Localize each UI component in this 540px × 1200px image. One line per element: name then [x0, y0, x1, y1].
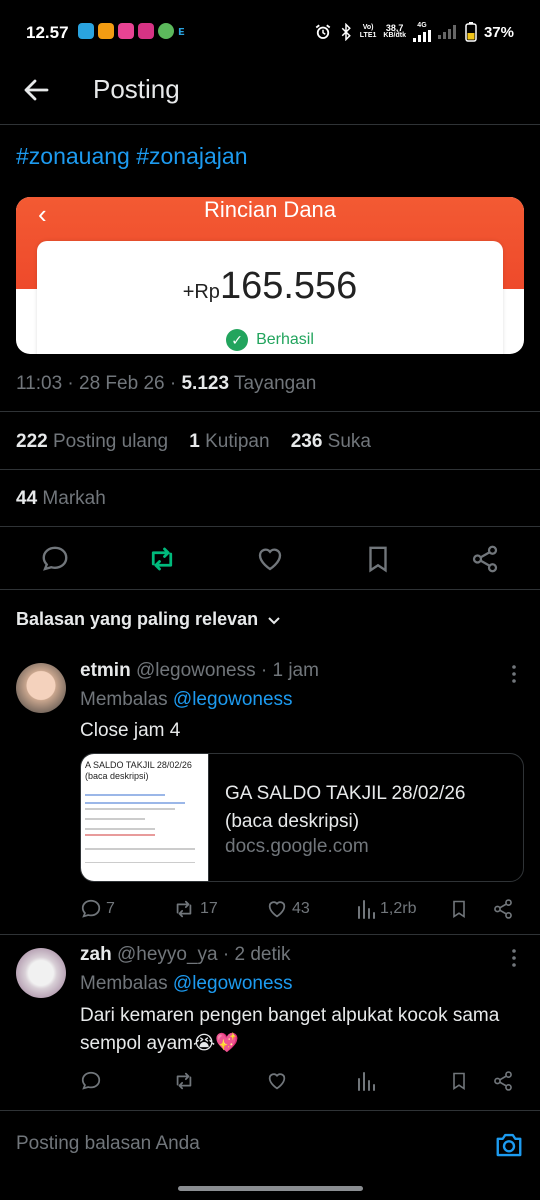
reply-icon: [81, 899, 101, 918]
telegram-icon: [78, 23, 94, 39]
replying-to-link[interactable]: @legowoness: [173, 973, 293, 994]
sort-dropdown[interactable]: Balasan yang paling relevan: [16, 609, 282, 630]
bookmark-icon[interactable]: [449, 1070, 469, 1092]
repost-icon[interactable]: [147, 544, 177, 574]
image-status: ✓ Berhasil: [37, 329, 503, 351]
check-icon: ✓: [226, 329, 249, 351]
status-bar: 12.57 ᴇ Vo) LTE1 38,7 KB/dtk 4G 37%: [0, 0, 540, 64]
reply-icon[interactable]: [80, 1070, 102, 1092]
reply-like-button[interactable]: 43: [266, 898, 310, 920]
image-title: Rincian Dana: [203, 197, 337, 222]
post-text[interactable]: #zonauang #zonajajan: [16, 143, 247, 170]
reply-text: Dari kemaren pengen banget alpukat kocok…: [80, 1005, 500, 1054]
repost-icon: [176, 900, 192, 918]
replying-to-link[interactable]: @legowoness: [173, 689, 293, 710]
page-title: Posting: [93, 74, 180, 104]
divider: [0, 934, 540, 935]
reply-reply-button[interactable]: 7: [80, 898, 115, 920]
reply-repost-button[interactable]: 17: [172, 898, 218, 920]
post-image[interactable]: ‹ Rincian Dana +Rp165.556 ✓ Berhasil: [16, 197, 524, 354]
quotes-stat[interactable]: 1 Kutipan: [189, 431, 269, 452]
signal-2-icon: [437, 25, 456, 39]
like-icon[interactable]: [266, 1070, 288, 1092]
views-count: 5.123: [181, 373, 230, 394]
bookmark-icon[interactable]: [449, 898, 469, 920]
reposts-stat[interactable]: 222 Posting ulang: [16, 431, 168, 452]
share-icon[interactable]: [492, 1070, 514, 1092]
link-title: GA SALDO TAKJIL 28/02/26 (baca deskripsi…: [225, 783, 466, 832]
app-pink-icon: [118, 23, 134, 39]
divider: [0, 411, 540, 412]
divider: [0, 589, 540, 590]
bluetooth-icon: [341, 23, 351, 41]
likes-stat[interactable]: 236 Suka: [291, 431, 371, 452]
bookmark-icon[interactable]: [363, 544, 393, 574]
back-arrow-icon[interactable]: [22, 76, 50, 104]
camera-icon[interactable]: [494, 1130, 524, 1160]
reply-views-button[interactable]: 1,2rb: [356, 898, 416, 920]
views-icon[interactable]: [356, 1070, 376, 1092]
system-icons: Vo) LTE1 38,7 KB/dtk 4G 37%: [314, 22, 514, 42]
notification-icons: ᴇ: [78, 23, 194, 39]
repost-icon[interactable]: [172, 1070, 196, 1092]
image-detail-box: +Rp165.556 ✓ Berhasil: [37, 241, 503, 354]
battery-icon: [465, 22, 477, 42]
reply-input[interactable]: Posting balasan Anda: [16, 1133, 200, 1155]
link-card[interactable]: A SALDO TAKJIL 28/02/26 (baca deskripsi)…: [80, 753, 524, 882]
signal-icon: [412, 30, 431, 42]
battery-level: 37%: [483, 23, 514, 41]
image-amount: +Rp165.556: [182, 265, 358, 307]
reply-icon[interactable]: [40, 544, 70, 574]
thumb-heading: A SALDO TAKJIL 28/02/26 (baca deskripsi): [85, 760, 192, 781]
network-label: Vo) LTE1: [359, 24, 377, 39]
more-options-icon[interactable]: [504, 664, 524, 684]
replying-to: Membalas @legowoness: [80, 973, 293, 994]
status-time: 12.57: [26, 23, 69, 42]
divider: [0, 526, 540, 527]
chevron-down-icon: [268, 616, 280, 624]
share-icon[interactable]: [470, 544, 500, 574]
link-domain: docs.google.com: [225, 836, 369, 857]
like-icon: [268, 901, 286, 918]
replying-to: Membalas @legowoness: [80, 689, 293, 710]
home-indicator[interactable]: [178, 1186, 363, 1191]
alarm-icon: [315, 24, 331, 39]
views-icon: [358, 900, 375, 919]
speed-label: 38,7 KB/dtk: [383, 23, 406, 40]
avatar[interactable]: [16, 948, 66, 998]
app-green-icon: [158, 23, 174, 39]
avatar[interactable]: [16, 663, 66, 713]
app-blue-icon: ᴇ: [178, 23, 185, 38]
share-icon[interactable]: [492, 898, 514, 920]
header-divider: [0, 124, 540, 125]
post-stats: 222 Posting ulang 1 Kutipan 236 Suka: [16, 431, 371, 453]
bookmarks-stat[interactable]: 44 Markah: [16, 488, 106, 510]
composer-divider: [0, 1110, 540, 1111]
reply-author[interactable]: etmin @legowoness · 1 jam: [80, 660, 319, 682]
shopee-icon: [98, 23, 114, 39]
app-magenta-icon: [138, 23, 154, 39]
like-icon[interactable]: [255, 544, 285, 574]
post-meta: 11:03 · 28 Feb 26 · 5.123 Tayangan: [16, 373, 317, 394]
reply-text: Close jam 4: [80, 720, 181, 741]
link-thumbnail: A SALDO TAKJIL 28/02/26 (baca deskripsi): [81, 754, 209, 881]
divider: [0, 469, 540, 470]
more-options-icon[interactable]: [504, 948, 524, 968]
signal-1: 4G: [412, 22, 431, 42]
reply-author[interactable]: zah @heyyo_ya · 2 detik: [80, 944, 290, 966]
